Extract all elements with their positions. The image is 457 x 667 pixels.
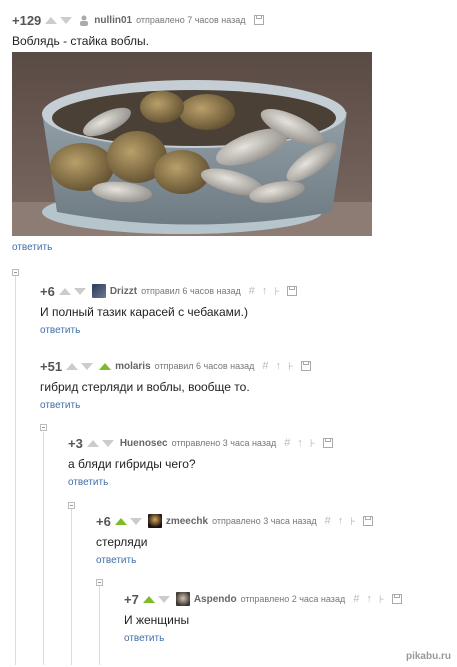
vote-up-icon[interactable] xyxy=(58,287,71,295)
save-icon[interactable] xyxy=(300,361,311,371)
comment-rating: +6 xyxy=(96,513,111,529)
vote-up-icon[interactable] xyxy=(66,362,79,370)
vote-down-icon[interactable] xyxy=(81,362,94,370)
comment: +6 Drizzt отправил 6 часов назад # ↑ ⊦ И… xyxy=(40,283,298,336)
collapse-thread-button[interactable] xyxy=(12,269,19,276)
save-icon[interactable] xyxy=(287,286,298,296)
comment-rating: +51 xyxy=(40,358,63,374)
collapse-thread-button[interactable] xyxy=(96,579,103,586)
tree-icon[interactable]: ⊦ xyxy=(310,437,316,450)
hash-icon[interactable]: # xyxy=(284,437,290,449)
save-icon[interactable] xyxy=(253,15,264,25)
comment: +51 molaris отправил 6 часов назад # ↑ ⊦… xyxy=(40,358,311,411)
hash-icon[interactable]: # xyxy=(262,360,268,372)
avatar xyxy=(175,592,190,606)
comment-timestamp[interactable]: отправлено 2 часа назад xyxy=(241,594,346,604)
reply-link[interactable]: ответить xyxy=(68,477,333,488)
reply-link[interactable]: ответить xyxy=(12,242,52,253)
comment: +3 Huenosec отправлено 3 часа назад # ↑ … xyxy=(68,435,333,488)
comment-header: +6 Drizzt отправил 6 часов назад # ↑ ⊦ xyxy=(40,283,298,299)
arrow-up-icon[interactable]: ↑ xyxy=(366,593,372,605)
comment-text: гибрид стерляди и воблы, вообще то. xyxy=(40,380,250,394)
arrow-up-icon[interactable]: ↑ xyxy=(297,437,303,449)
reply-link[interactable]: ответить xyxy=(40,325,297,336)
vote-up-icon[interactable] xyxy=(86,439,99,447)
hash-icon[interactable]: # xyxy=(353,593,359,605)
comment-text: а бляди гибриды чего? xyxy=(68,457,196,471)
comment-text: стерляди xyxy=(96,535,148,549)
avatar xyxy=(91,284,106,298)
comment-timestamp[interactable]: отправлено 3 часа назад xyxy=(212,516,317,526)
avatar xyxy=(147,514,162,528)
comment-rating: +6 xyxy=(40,283,55,299)
vote-up-icon[interactable] xyxy=(142,595,155,603)
fish-basin-photo[interactable] xyxy=(12,52,372,236)
comment: +7 Aspendo отправлено 2 часа назад # ↑ ⊦… xyxy=(124,591,402,644)
comment-header: +6 zmeechk отправлено 3 часа назад # ↑ ⊦ xyxy=(96,513,374,529)
reply-link[interactable]: ответить xyxy=(40,400,311,411)
collapse-thread-button[interactable] xyxy=(68,502,75,509)
thread-line xyxy=(99,586,100,665)
arrow-up-icon[interactable]: ↑ xyxy=(338,515,344,527)
comment-header: +7 Aspendo отправлено 2 часа назад # ↑ ⊦ xyxy=(124,591,402,607)
comment-rating: +129 xyxy=(12,12,42,28)
comment-tools: # ↑ ⊦ xyxy=(284,437,333,450)
comment-rating: +7 xyxy=(124,591,139,607)
tree-icon[interactable]: ⊦ xyxy=(288,360,294,373)
arrow-up-icon[interactable]: ↑ xyxy=(276,360,282,372)
vote-down-icon[interactable] xyxy=(73,287,86,295)
comment-header: +129 nullin01 отправлено 7 часов назад xyxy=(12,12,264,28)
comment-text: И женщины xyxy=(124,613,190,627)
comment-text: Воблядь - стайка воблы. xyxy=(12,34,149,48)
comment-author[interactable]: nullin01 xyxy=(94,15,132,26)
comment-timestamp[interactable]: отправлено 3 часа назад xyxy=(172,438,277,448)
comment-rating: +3 xyxy=(68,435,83,451)
comment-author[interactable]: molaris xyxy=(115,361,151,372)
vote-down-icon[interactable] xyxy=(101,439,114,447)
site-watermark: pikabu.ru xyxy=(405,651,451,662)
arrow-up-icon[interactable]: ↑ xyxy=(262,285,268,297)
vote-up-icon[interactable] xyxy=(45,16,58,24)
reply-link[interactable]: ответить xyxy=(96,555,373,566)
save-icon[interactable] xyxy=(322,438,333,448)
tree-icon[interactable]: ⊦ xyxy=(274,285,280,298)
tree-icon[interactable]: ⊦ xyxy=(379,593,385,606)
comment-header: +3 Huenosec отправлено 3 часа назад # ↑ … xyxy=(68,435,333,451)
vote-down-icon[interactable] xyxy=(129,517,142,525)
comment-timestamp[interactable]: отправлено 7 часов назад xyxy=(136,15,245,25)
vote-down-icon[interactable] xyxy=(157,595,170,603)
thread-line xyxy=(15,275,16,665)
comment-tools: # ↑ ⊦ xyxy=(325,515,374,528)
comment-author[interactable]: Drizzt xyxy=(110,286,137,297)
comment: +129 nullin01 отправлено 7 часов назад В… xyxy=(12,12,264,48)
comment: +6 zmeechk отправлено 3 часа назад # ↑ ⊦… xyxy=(96,513,374,566)
comment-tools: # ↑ ⊦ xyxy=(353,593,402,606)
comment-tools: # ↑ ⊦ xyxy=(249,285,298,298)
comment-author[interactable]: Aspendo xyxy=(194,594,237,605)
comment-timestamp[interactable]: отправил 6 часов назад xyxy=(141,286,241,296)
thread-line xyxy=(71,509,72,665)
save-icon[interactable] xyxy=(363,516,374,526)
voted-up-icon xyxy=(99,362,112,370)
thread-line xyxy=(43,432,44,665)
vote-up-icon[interactable] xyxy=(114,517,127,525)
reply-link[interactable]: ответить xyxy=(124,633,402,644)
comment-text: И полный тазик карасей с чебаками.) xyxy=(40,305,248,319)
hash-icon[interactable]: # xyxy=(249,285,255,297)
comment-author[interactable]: zmeechk xyxy=(166,516,208,527)
vote-down-icon[interactable] xyxy=(60,16,73,24)
comment-author[interactable]: Huenosec xyxy=(120,438,168,449)
comment-header: +51 molaris отправил 6 часов назад # ↑ ⊦ xyxy=(40,358,311,374)
hash-icon[interactable]: # xyxy=(325,515,331,527)
user-avatar-icon xyxy=(80,15,89,26)
collapse-thread-button[interactable] xyxy=(40,424,47,431)
comment-timestamp[interactable]: отправил 6 часов назад xyxy=(155,361,255,371)
tree-icon[interactable]: ⊦ xyxy=(350,515,356,528)
save-icon[interactable] xyxy=(391,594,402,604)
comment-tools xyxy=(253,15,264,25)
comment-tools: # ↑ ⊦ xyxy=(262,360,311,373)
